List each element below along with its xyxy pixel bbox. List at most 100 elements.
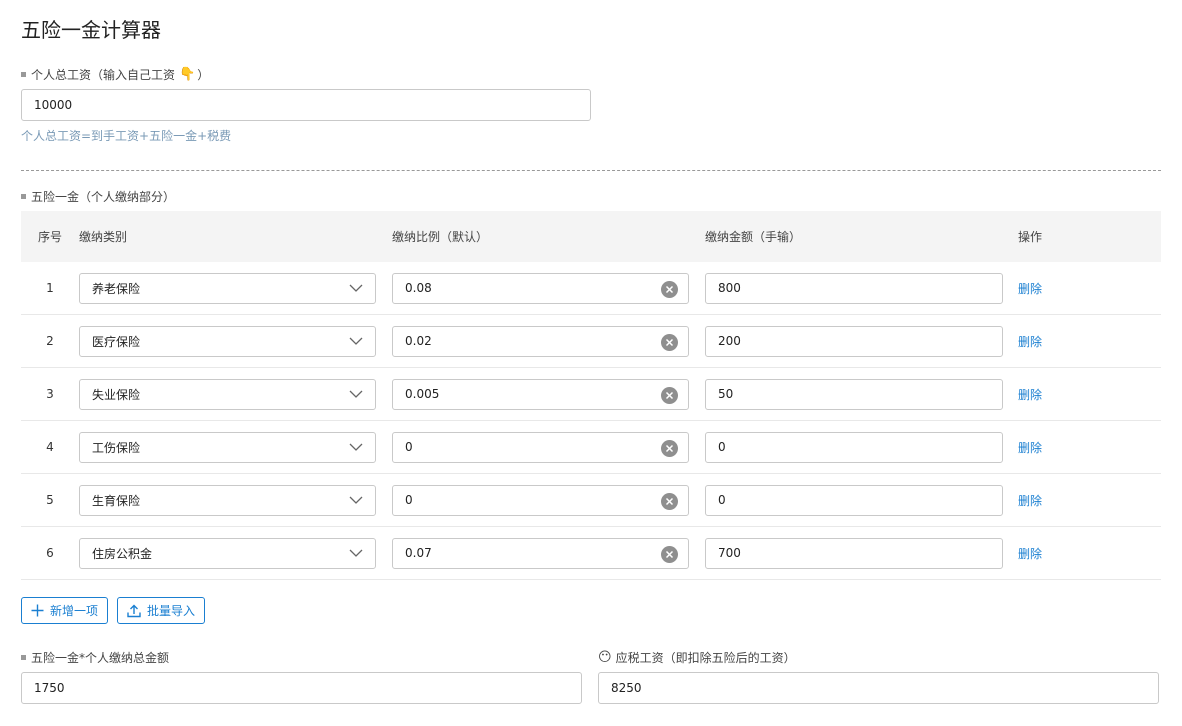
plus-icon [31,604,44,617]
taxable-label-text: 应税工资（即扣除五险后的工资） [615,651,796,665]
delete-link[interactable]: 删除 [1018,388,1042,402]
insurance-label: 五险一金（个人缴纳部分） [21,188,175,205]
amount-value: 700 [718,546,741,560]
ratio-value: 0.005 [405,387,440,401]
bullet-icon [21,72,26,77]
table-row: 1 养老保险 0.08 800 删除 [21,262,1161,315]
pointing-down-icon: 👇 [179,67,196,82]
insurance-type-select[interactable]: 养老保险 [79,272,376,304]
ratio-input[interactable]: 0.07 [392,537,689,569]
delete-link[interactable]: 删除 [1018,547,1042,561]
total-amount-field[interactable]: 1750 [21,672,582,704]
insurance-type-value: 失业保险 [92,387,141,402]
amount-input[interactable]: 0 [705,484,1003,516]
ratio-input[interactable]: 0.005 [392,378,689,410]
header-ratio: 缴纳比例（默认） [392,230,489,244]
clear-circle-icon[interactable] [661,492,678,510]
delete-link[interactable]: 删除 [1018,494,1042,508]
table-row: 5 生育保险 0 0 删除 [21,474,1161,527]
amount-value: 200 [718,334,741,348]
table-row: 6 住房公积金 0.07 700 删除 [21,527,1161,580]
insurance-type-value: 工伤保险 [92,440,141,455]
row-index: 6 [46,546,54,560]
taxable-salary-field[interactable]: 8250 [598,672,1159,704]
amount-value: 0 [718,440,726,454]
clear-circle-icon[interactable] [661,280,678,298]
insurance-table: 序号 缴纳类别 缴纳比例（默认） 缴纳金额（手输） 操作 1 养老保险 0.08… [21,211,1161,580]
ratio-value: 0.07 [405,546,432,560]
insurance-type-value: 医疗保险 [92,334,141,349]
amount-value: 800 [718,281,741,295]
insurance-type-select[interactable]: 生育保险 [79,484,376,516]
total-amount-value: 1750 [34,681,65,695]
ratio-input[interactable]: 0.02 [392,325,689,357]
batch-import-button[interactable]: 批量导入 [117,597,206,624]
insurance-type-value: 生育保险 [92,493,141,508]
upload-icon [127,604,141,618]
ratio-value: 0 [405,493,413,507]
clear-circle-icon[interactable] [661,386,678,404]
amount-input[interactable]: 200 [705,325,1003,357]
table-row: 2 医疗保险 0.02 200 删除 [21,315,1161,368]
insurance-label-text: 五险一金（个人缴纳部分） [31,190,176,204]
clear-circle-icon[interactable] [661,333,678,351]
insurance-type-select[interactable]: 工伤保险 [79,431,376,463]
insurance-type-value: 养老保险 [92,281,141,296]
insurance-type-select[interactable]: 住房公积金 [79,537,376,569]
add-item-button[interactable]: 新增一项 [21,597,109,624]
ratio-value: 0.08 [405,281,432,295]
row-index: 3 [46,387,54,401]
amount-input[interactable]: 0 [705,431,1003,463]
taxable-label: 😶 应税工资（即扣除五险后的工资） [598,649,796,666]
divider [21,170,1161,171]
total-label-text: 五险一金*个人缴纳总金额 [31,651,170,665]
row-index: 5 [46,493,54,507]
ratio-input[interactable]: 0 [392,431,689,463]
row-index: 2 [46,334,54,348]
bullet-icon [21,194,26,199]
salary-label-text: 个人总工资（输入自己工资 [31,68,176,82]
ratio-value: 0.02 [405,334,432,348]
row-index: 1 [46,281,54,295]
salary-input-value: 10000 [34,98,73,112]
insurance-type-value: 住房公积金 [92,546,153,561]
row-index: 4 [46,440,54,454]
chevron-down-icon [349,443,363,451]
ratio-input[interactable]: 0.08 [392,272,689,304]
page-title: 五险一金计算器 [21,18,161,42]
clear-circle-icon[interactable] [661,439,678,457]
taxable-salary-value: 8250 [611,681,642,695]
add-item-label: 新增一项 [50,604,99,618]
delete-link[interactable]: 删除 [1018,441,1042,455]
table-header: 序号 缴纳类别 缴纳比例（默认） 缴纳金额（手输） 操作 [21,211,1161,262]
salary-hint: 个人总工资=到手工资+五险一金+税费 [21,129,232,143]
header-type: 缴纳类别 [79,230,128,244]
insurance-type-select[interactable]: 失业保险 [79,378,376,410]
salary-input[interactable]: 10000 [21,89,591,121]
chevron-down-icon [349,337,363,345]
chevron-down-icon [349,549,363,557]
chevron-down-icon [349,496,363,504]
bullet-icon [21,655,26,660]
amount-input[interactable]: 700 [705,537,1003,569]
header-op: 操作 [1018,230,1043,244]
ratio-input[interactable]: 0 [392,484,689,516]
header-index: 序号 [37,230,62,244]
salary-label-suffix: ） [197,68,210,82]
total-label: 五险一金*个人缴纳总金额 [21,649,169,666]
table-row: 3 失业保险 0.005 50 删除 [21,368,1161,421]
batch-import-label: 批量导入 [147,604,196,618]
ratio-value: 0 [405,440,413,454]
amount-input[interactable]: 800 [705,272,1003,304]
table-row: 4 工伤保险 0 0 删除 [21,421,1161,474]
neutral-face-icon: 😶 [598,650,612,665]
amount-input[interactable]: 50 [705,378,1003,410]
header-amount: 缴纳金额（手输） [705,230,802,244]
clear-circle-icon[interactable] [661,545,678,563]
insurance-type-select[interactable]: 医疗保险 [79,325,376,357]
delete-link[interactable]: 删除 [1018,282,1042,296]
salary-label: 个人总工资（输入自己工资 👇 ） [21,66,209,83]
delete-link[interactable]: 删除 [1018,335,1042,349]
chevron-down-icon [349,284,363,292]
amount-value: 50 [718,387,734,401]
